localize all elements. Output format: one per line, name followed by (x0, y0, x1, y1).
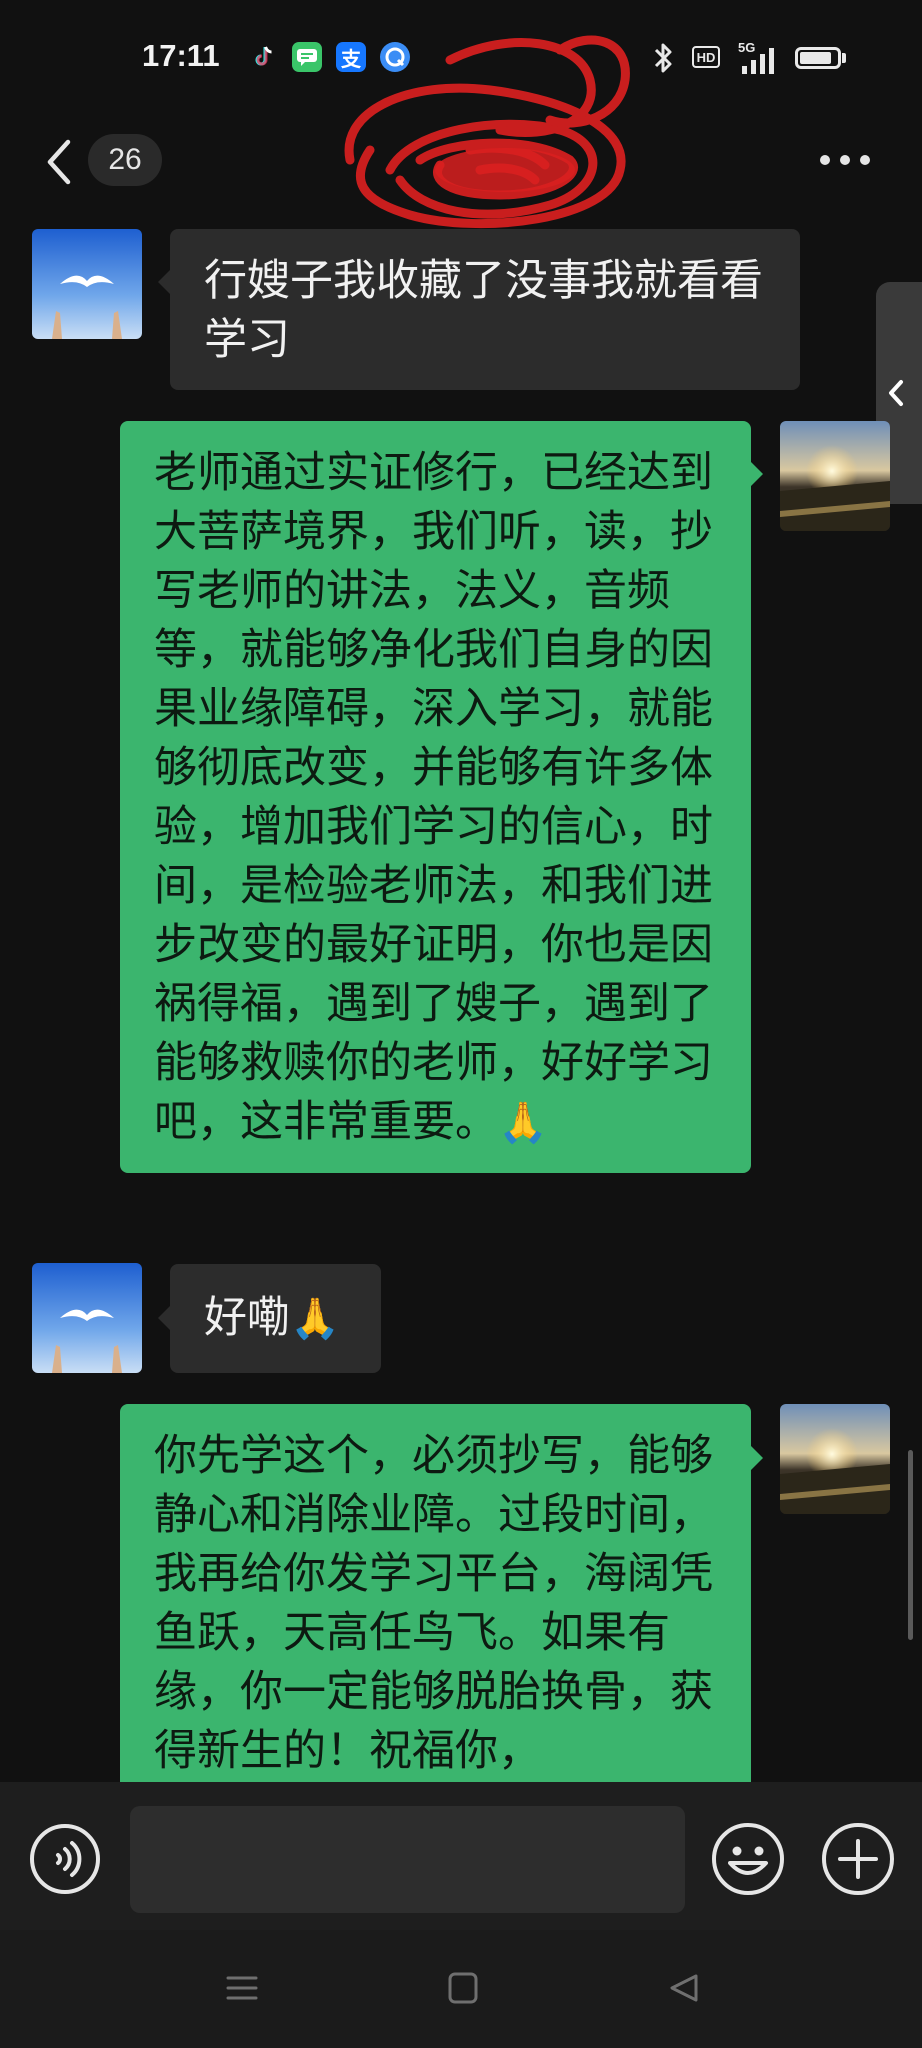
voice-input-button[interactable] (28, 1822, 102, 1896)
bubble-tail (158, 1306, 170, 1330)
status-time: 17:11 (142, 38, 220, 73)
prayer-hands-icon: 🙏 (498, 1100, 548, 1146)
battery-level (800, 52, 831, 64)
chevron-left-icon (889, 380, 903, 406)
message-text: 你先学这个，必须抄写，能够静心和消除业障。过段时间，我再给你发学习平台，海阔凭鱼… (154, 1431, 713, 1776)
tiktok-icon (248, 42, 278, 72)
message-text: 行嫂子我收藏了没事我就看看学习 (204, 256, 763, 365)
redaction-scribble (344, 35, 630, 228)
message-bubble-incoming[interactable]: 好嘞🙏 (170, 1264, 381, 1373)
message-text: 好嘞 (204, 1293, 290, 1343)
prayer-hands-icon: 🙏 (290, 1296, 340, 1342)
contact-avatar[interactable] (32, 1263, 142, 1373)
scrollbar[interactable] (908, 1450, 913, 1640)
message-bubble-outgoing[interactable]: 老师通过实证修行，已经达到大菩萨境界，我们听，读，抄写老师的讲法，法义，音频等，… (120, 421, 751, 1173)
message-input[interactable] (130, 1806, 685, 1913)
signal-icon (742, 48, 774, 74)
message-text: 老师通过实证修行，已经达到大菩萨境界，我们听，读，抄写老师的讲法，法义，音频等，… (154, 448, 713, 1147)
bubble-tail (751, 462, 763, 486)
more-options-button[interactable] (815, 148, 875, 172)
battery-tip (842, 53, 846, 63)
hd-badge: HD (692, 46, 720, 68)
bubble-tail (751, 1446, 763, 1470)
battery-icon (795, 47, 841, 69)
message-bubble-outgoing[interactable]: 你先学这个，必须抄写，能够静心和消除业障。过段时间，我再给你发学习平台，海阔凭鱼… (120, 1404, 751, 1804)
menu-nav-button[interactable] (222, 1968, 262, 2008)
more-actions-button[interactable] (820, 1821, 896, 1897)
user-avatar[interactable] (780, 1404, 890, 1514)
contact-avatar[interactable] (32, 229, 142, 339)
unread-count-badge[interactable]: 26 (88, 134, 162, 186)
home-nav-button[interactable] (442, 1968, 482, 2008)
message-bubble-incoming[interactable]: 行嫂子我收藏了没事我就看看学习 (170, 229, 800, 390)
back-nav-button[interactable] (664, 1968, 704, 2008)
back-button[interactable] (40, 138, 80, 186)
user-avatar[interactable] (780, 421, 890, 531)
emoji-button[interactable] (710, 1821, 786, 1897)
bubble-tail (158, 270, 170, 294)
message-icon (292, 42, 322, 72)
